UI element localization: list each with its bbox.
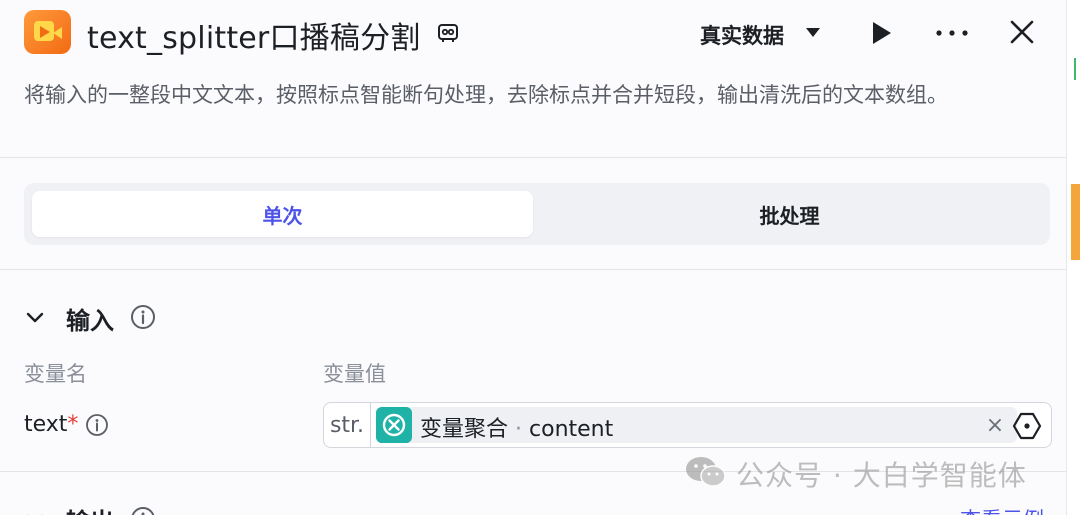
data-mode-select[interactable]: 真实数据	[700, 20, 784, 50]
node-link-icon[interactable]	[437, 22, 459, 44]
variable-picker-icon[interactable]	[1012, 411, 1042, 441]
info-icon[interactable]	[130, 304, 156, 330]
output-section-title: 输出	[66, 502, 114, 515]
close-icon[interactable]	[1006, 16, 1038, 48]
view-example-link[interactable]: 查看示例	[960, 504, 1044, 515]
canvas-node-edge	[1071, 184, 1080, 260]
run-mode-tabs: 单次 批处理	[24, 183, 1050, 245]
node-description: 将输入的一整段中文文本，按照标点智能断句处理，去除标点并合并短段，输出清洗后的文…	[24, 83, 948, 107]
chevron-down-icon[interactable]	[24, 508, 46, 515]
variable-value-field[interactable]: str. 变量聚合 · content ×	[323, 402, 1052, 448]
panel-title: text_splitter口播稿分割	[87, 21, 421, 56]
input-section-title: 输入	[66, 307, 114, 335]
tabs-divider	[0, 269, 1066, 270]
reference-node: 变量聚合	[420, 417, 509, 442]
header-divider	[0, 157, 1066, 158]
video-app-icon	[24, 10, 71, 54]
column-variable-value: 变量值	[323, 362, 386, 386]
reference-label: 变量聚合 · content	[420, 411, 613, 443]
chevron-down-icon[interactable]	[24, 306, 46, 328]
variable-name: text*	[24, 412, 78, 437]
info-icon[interactable]	[130, 506, 156, 515]
wechat-icon	[686, 457, 726, 487]
reference-separator: ·	[515, 417, 523, 442]
required-mark: *	[67, 412, 79, 437]
tab-batch[interactable]: 批处理	[533, 191, 1046, 237]
canvas-edge-marker	[1074, 58, 1080, 80]
column-variable-name: 变量名	[24, 362, 87, 386]
type-tag: str.	[324, 403, 371, 447]
variable-aggregate-icon	[376, 407, 412, 443]
info-icon[interactable]	[85, 413, 109, 437]
tab-single[interactable]: 单次	[32, 191, 533, 237]
more-icon[interactable]	[932, 18, 972, 48]
watermark-text: 公众号 · 大白学智能体	[736, 459, 1027, 492]
variable-name-text: text	[24, 412, 68, 437]
panel-header: text_splitter口播稿分割 真实数据	[0, 0, 1066, 70]
chevron-down-icon[interactable]	[806, 28, 820, 37]
variable-reference-chip[interactable]: 变量聚合 · content ×	[376, 407, 1017, 443]
play-icon[interactable]	[866, 18, 896, 48]
reference-field: content	[529, 417, 614, 442]
clear-reference-button[interactable]: ×	[981, 409, 1009, 441]
node-test-panel: text_splitter口播稿分割 真实数据 将输入的一整段中文文本，按照标点…	[0, 0, 1067, 515]
